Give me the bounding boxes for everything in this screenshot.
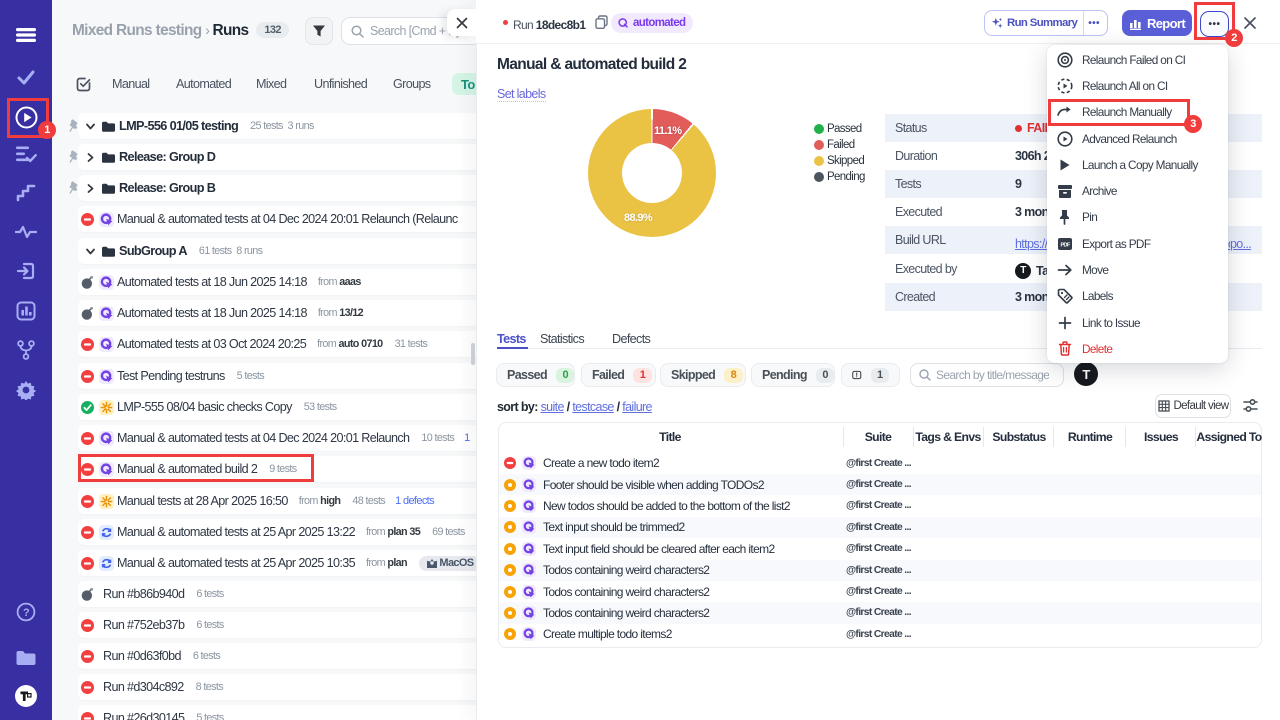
svg-text:?: ?	[23, 607, 30, 619]
svg-text:PDF: PDF	[1060, 242, 1070, 248]
